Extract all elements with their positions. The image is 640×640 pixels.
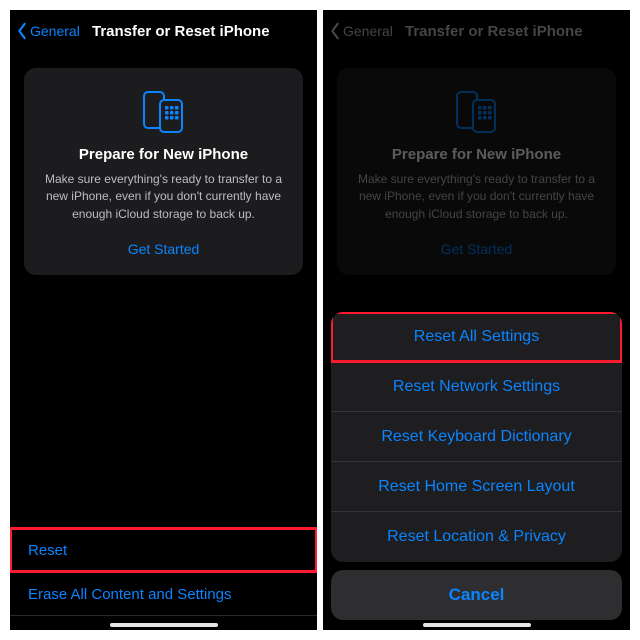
phone-right: General Transfer or Reset iPhone xyxy=(323,10,630,630)
option-reset-all-settings[interactable]: Reset All Settings xyxy=(331,312,622,362)
nav-title: Transfer or Reset iPhone xyxy=(92,23,270,40)
option-label: Reset Home Screen Layout xyxy=(378,478,575,496)
card-body: Make sure everything's ready to transfer… xyxy=(44,171,283,223)
home-indicator xyxy=(110,623,218,627)
option-label: Reset Network Settings xyxy=(393,378,560,396)
chevron-left-icon xyxy=(16,22,28,40)
bottom-options: Reset Erase All Content and Settings xyxy=(10,528,317,616)
option-reset-home-screen-layout[interactable]: Reset Home Screen Layout xyxy=(331,462,622,512)
back-label: General xyxy=(30,23,80,39)
get-started-button[interactable]: Get Started xyxy=(124,237,204,261)
option-reset-location-privacy[interactable]: Reset Location & Privacy xyxy=(331,512,622,562)
two-phones-icon xyxy=(136,88,192,136)
back-button[interactable]: General xyxy=(16,22,86,40)
option-label: Reset All Settings xyxy=(414,328,539,346)
option-label: Reset Location & Privacy xyxy=(387,528,566,546)
reset-action-sheet: Reset All Settings Reset Network Setting… xyxy=(331,312,622,620)
cancel-label: Cancel xyxy=(449,585,505,605)
navbar: General Transfer or Reset iPhone xyxy=(10,10,317,52)
option-reset-keyboard-dictionary[interactable]: Reset Keyboard Dictionary xyxy=(331,412,622,462)
option-label: Reset Keyboard Dictionary xyxy=(381,428,571,446)
erase-label: Erase All Content and Settings xyxy=(28,586,231,603)
prepare-card: Prepare for New iPhone Make sure everyth… xyxy=(24,68,303,275)
phone-left: General Transfer or Reset iPhone Prepare… xyxy=(10,10,317,630)
option-reset-network-settings[interactable]: Reset Network Settings xyxy=(331,362,622,412)
erase-row[interactable]: Erase All Content and Settings xyxy=(10,572,317,616)
cancel-button[interactable]: Cancel xyxy=(331,570,622,620)
reset-row[interactable]: Reset xyxy=(10,528,317,572)
action-sheet-options: Reset All Settings Reset Network Setting… xyxy=(331,312,622,562)
home-indicator xyxy=(423,623,531,627)
card-heading: Prepare for New iPhone xyxy=(40,146,287,163)
reset-label: Reset xyxy=(28,542,67,559)
